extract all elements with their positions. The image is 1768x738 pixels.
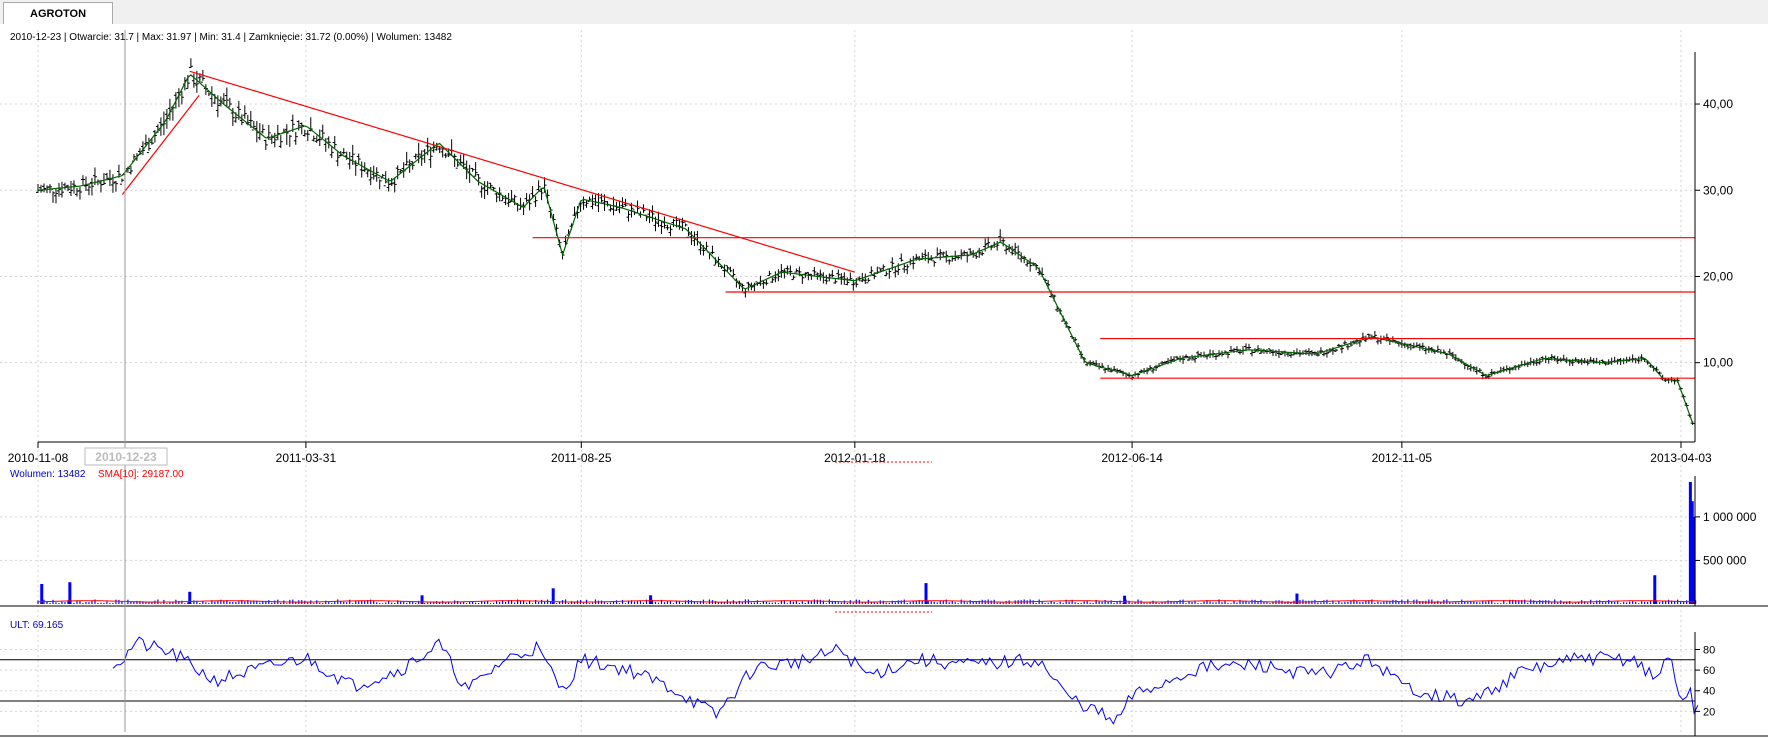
volume-legend: Wolumen: 13482 xyxy=(10,469,86,480)
volume-spike xyxy=(40,583,44,604)
x-tick-label: 2010-11-08 xyxy=(8,451,69,465)
y-tick-label: 10,00 xyxy=(1703,356,1733,370)
cursor-date-label: 2010-12-23 xyxy=(95,450,157,464)
tab-bar: AGROTON xyxy=(0,0,1768,25)
volume-sma-legend: SMA[10]: 29187.00 xyxy=(98,469,184,480)
volume-spike xyxy=(1123,595,1127,604)
y-tick-label: 20 xyxy=(1703,706,1715,718)
y-tick-label: 500 000 xyxy=(1703,553,1747,567)
x-tick-label: 2012-11-05 xyxy=(1372,451,1433,465)
volume-spike xyxy=(649,595,653,604)
tab-agroton[interactable]: AGROTON xyxy=(3,2,114,25)
y-tick-label: 40,00 xyxy=(1703,97,1733,111)
volume-spike xyxy=(420,595,424,604)
x-tick-label: 2012-01-18 xyxy=(824,451,886,465)
y-tick-label: 40 xyxy=(1703,686,1715,698)
volume-spike xyxy=(188,591,192,604)
chart-area[interactable]: 2010-11-08 2011-03-31 2011-08-25 2012-01-18… xyxy=(0,24,1768,738)
y-tick-label: 30,00 xyxy=(1703,183,1733,197)
x-tick-label: 2013-04-03 xyxy=(1650,451,1712,465)
y-tick-label: 20,00 xyxy=(1703,269,1733,283)
volume-spike xyxy=(1653,575,1657,604)
x-tick-label: 2011-08-25 xyxy=(551,451,612,465)
chart-background xyxy=(0,24,1768,738)
x-tick-label: 2012-06-14 xyxy=(1101,451,1163,465)
x-tick-label: 2011-03-31 xyxy=(276,451,337,465)
y-tick-label: 1 000 000 xyxy=(1703,510,1757,524)
y-tick-label: 80 xyxy=(1703,644,1715,656)
ohlc-info-line: 2010-12-23 | Otwarcie: 31.7 | Max: 31.97… xyxy=(10,32,452,43)
y-tick-label: 60 xyxy=(1703,665,1715,677)
ult-legend: ULT: 69.165 xyxy=(10,620,64,631)
